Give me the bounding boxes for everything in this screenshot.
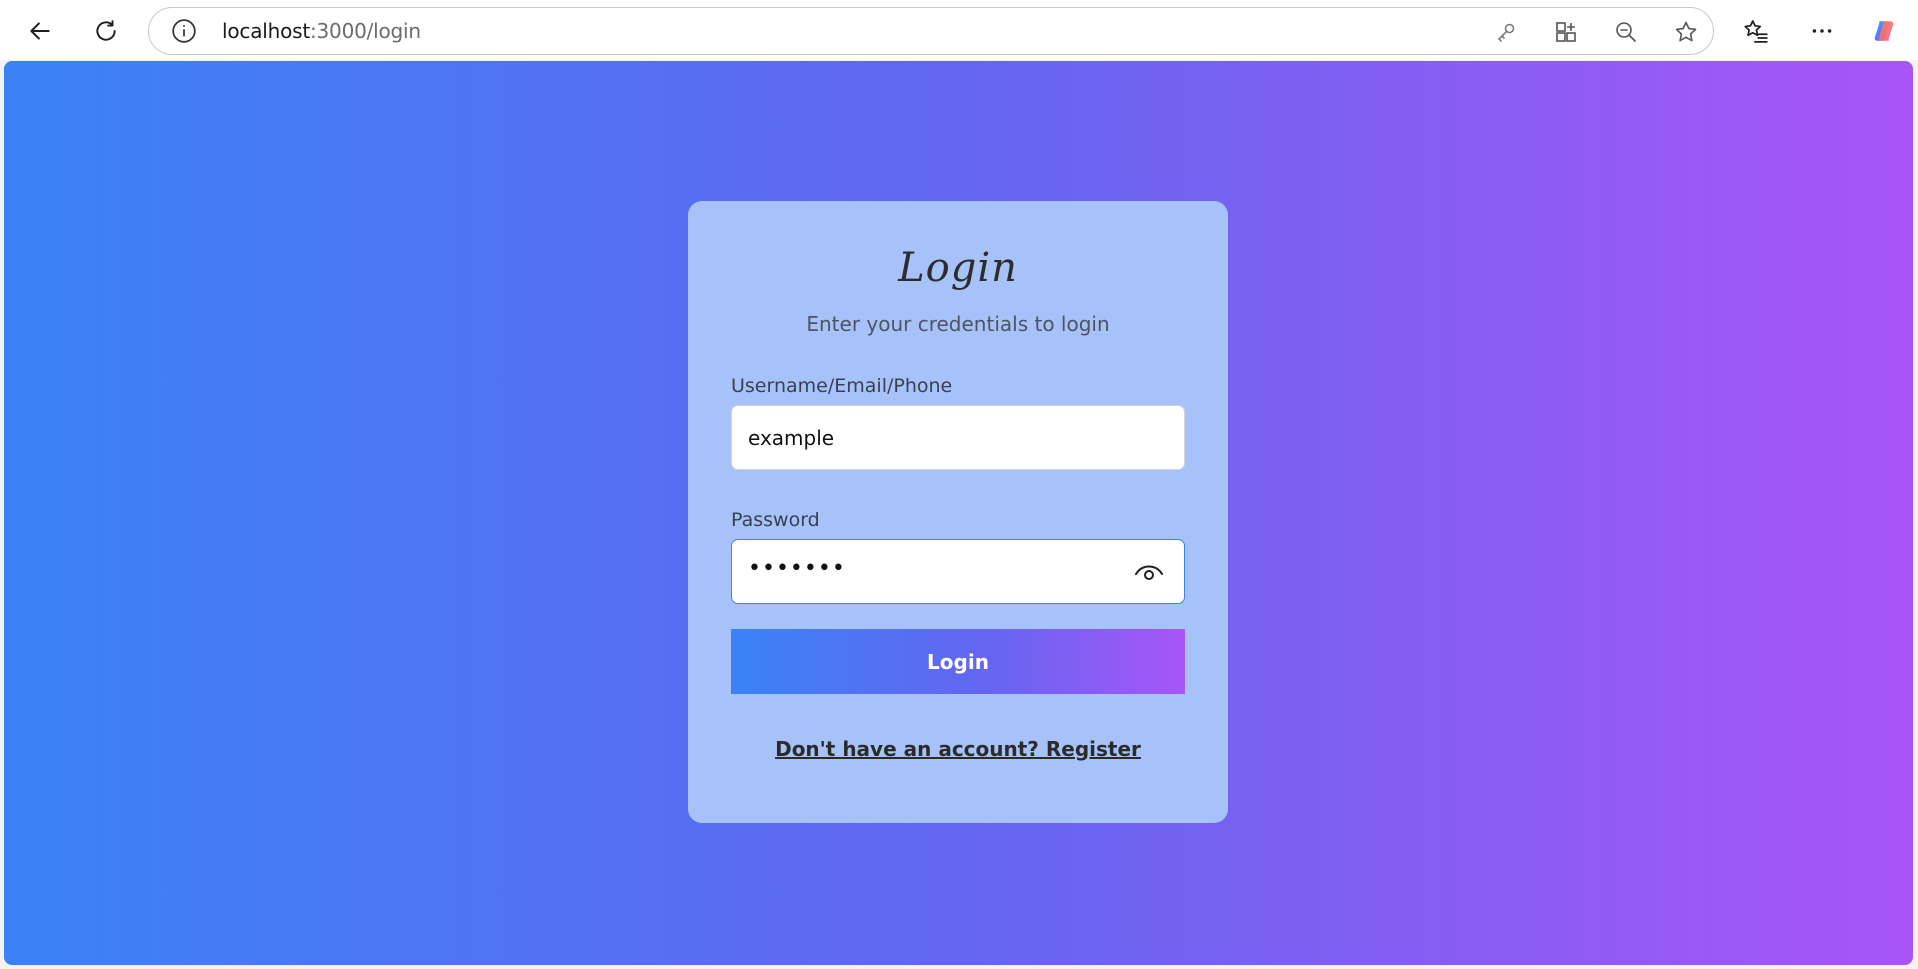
page-subtitle: Enter your credentials to login — [806, 312, 1110, 336]
favorite-button[interactable] — [1673, 19, 1699, 45]
apps-button[interactable] — [1553, 19, 1579, 45]
zoom-out-button[interactable] — [1613, 19, 1639, 45]
url-path: :3000/login — [309, 19, 421, 43]
reload-icon — [96, 20, 116, 41]
browser-toolbar: localhost:3000/login — [0, 0, 1918, 60]
key-icon — [1497, 23, 1515, 42]
reload-button[interactable] — [86, 11, 126, 51]
info-icon — [172, 19, 196, 43]
login-card: Login Enter your credentials to login Us… — [688, 201, 1228, 823]
back-button[interactable] — [20, 11, 60, 51]
copilot-icon — [1874, 21, 1894, 41]
register-link[interactable]: Don't have an account? Register — [688, 737, 1228, 761]
password-field[interactable]: ••••••• — [731, 539, 1185, 604]
site-info-button[interactable] — [171, 18, 197, 44]
star-icon — [1675, 21, 1697, 42]
show-password-button[interactable] — [1134, 560, 1164, 584]
password-label: Password — [731, 509, 820, 531]
eye-icon — [1135, 565, 1163, 580]
url-text[interactable]: localhost:3000/login — [222, 19, 421, 43]
more-icon — [1812, 29, 1832, 33]
password-manager-button[interactable] — [1493, 19, 1519, 45]
page-title: Login — [898, 245, 1018, 291]
login-button[interactable]: Login — [731, 629, 1185, 694]
password-value: ••••••• — [748, 556, 846, 581]
username-value: example — [748, 426, 835, 450]
page-viewport: Login Enter your credentials to login Us… — [4, 61, 1913, 965]
copilot-button[interactable] — [1866, 13, 1902, 49]
more-button[interactable] — [1804, 13, 1840, 49]
url-host: localhost — [222, 19, 310, 43]
back-arrow-icon — [30, 22, 50, 40]
zoom-out-icon — [1616, 22, 1636, 42]
username-label: Username/Email/Phone — [731, 375, 953, 397]
address-bar[interactable]: localhost:3000/login — [148, 7, 1714, 55]
favorites-button[interactable] — [1738, 13, 1774, 49]
apps-icon — [1556, 22, 1576, 42]
username-field[interactable]: example — [731, 405, 1185, 470]
favorites-icon — [1744, 20, 1768, 43]
